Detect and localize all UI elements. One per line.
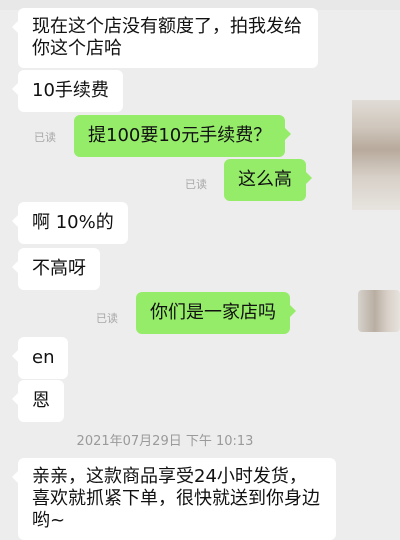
self-avatar[interactable] [358, 290, 400, 332]
chat-timestamp: 2021年07月29日 下午 10:13 [76, 434, 254, 449]
message-text: 10手续费 [32, 80, 109, 101]
message-text: en [32, 347, 55, 368]
message-text: 现在这个店没有额度了，拍我发给你这个店哈 [32, 16, 302, 59]
message-bubble-incoming[interactable]: en [11, 337, 69, 379]
message-bubble-incoming[interactable]: 啊 10%的 [12, 202, 128, 244]
message-text: 你们是一家店吗 [150, 302, 276, 323]
message-bubble-incoming[interactable]: 亲亲，这款商品享受24小时发货，喜欢就抓紧下单，很快就送到你身边哟~ [12, 458, 336, 540]
message-bubble-incoming[interactable]: 现在这个店没有额度了，拍我发给你这个店哈 [12, 8, 318, 68]
message-bubble-incoming[interactable]: 10手续费 [12, 70, 123, 112]
read-receipt: 已读 [96, 312, 118, 325]
message-bubble-incoming[interactable]: 不高呀 [12, 248, 100, 290]
read-receipt: 已读 [185, 178, 207, 191]
message-bubble-outgoing[interactable]: 这么高 [224, 159, 312, 201]
message-bubble-outgoing[interactable]: 提100要10元手续费？ [74, 115, 292, 157]
message-bubble-outgoing[interactable]: 你们是一家店吗 [136, 292, 296, 334]
message-text: 恩 [32, 390, 50, 411]
self-avatar-blur [352, 100, 400, 210]
message-text: 这么高 [238, 169, 292, 190]
message-text: 提100要10元手续费？ [88, 125, 272, 146]
message-bubble-incoming[interactable]: 恩 [12, 380, 64, 422]
message-text: 亲亲，这款商品享受24小时发货，喜欢就抓紧下单，很快就送到你身边哟~ [32, 466, 320, 531]
message-text: 不高呀 [32, 258, 86, 279]
read-receipt: 已读 [34, 131, 56, 144]
message-text: 啊 10%的 [32, 212, 114, 233]
